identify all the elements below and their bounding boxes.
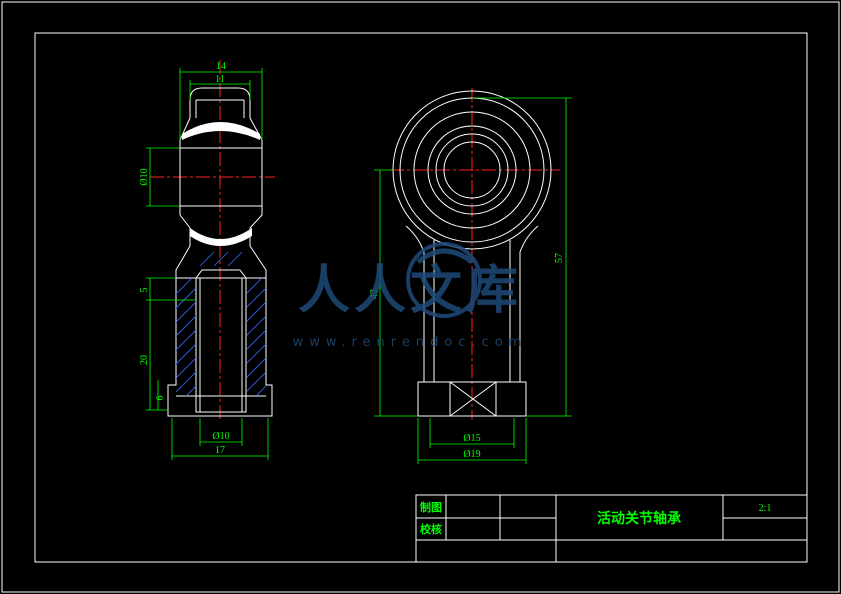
dim-side-width-14: 14 (216, 61, 226, 72)
dim-bore-depth-20: 20 (139, 355, 150, 365)
label-drawn: 制图 (420, 500, 442, 514)
label-checked: 校核 (420, 522, 442, 536)
neck-hatch (199, 251, 243, 267)
dim-side-width-11: 11 (215, 74, 225, 85)
watermark: 人人文库 www.renrendoc.com (293, 242, 528, 350)
side-view: 14 11 Ø10 5 20 6 Ø10 17 (139, 60, 275, 460)
dim-overall-height-57: 57 (554, 253, 565, 263)
dim-ball-diameter: Ø10 (139, 168, 150, 185)
thread-bore (195, 269, 247, 413)
lower-race (190, 228, 252, 246)
upper-race (182, 122, 260, 140)
dim-diameter-15: Ø15 (463, 433, 480, 444)
cad-drawing: 14 11 Ø10 5 20 6 Ø10 17 42 57 Ø15 Ø19 人人… (1, 1, 840, 593)
watermark-url: www.renrendoc.com (293, 335, 528, 350)
part-name: 活动关节轴承 (597, 510, 681, 527)
dim-base-width-17: 17 (215, 445, 225, 456)
scale-value: 2:1 (759, 503, 772, 514)
title-block: 制图 校核 活动关节轴承 2:1 (415, 494, 808, 563)
dim-diameter-19: Ø19 (463, 449, 480, 460)
dim-flange-6: 6 (155, 396, 166, 401)
dim-neck-5: 5 (139, 288, 150, 293)
dim-bore-diameter: Ø10 (212, 431, 229, 442)
watermark-text: 人人文库 (298, 261, 522, 321)
